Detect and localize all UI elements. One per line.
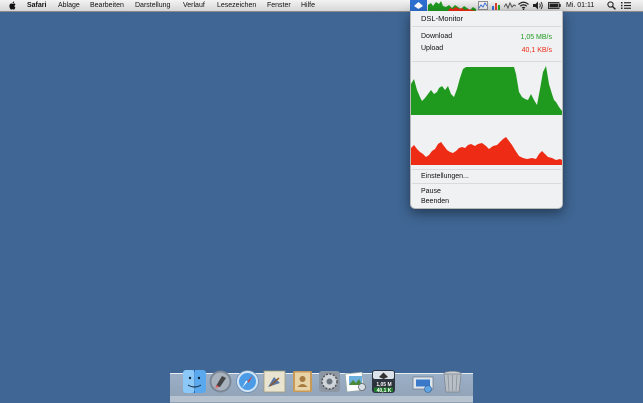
dock-badge-upload: 40,1 K xyxy=(376,388,392,394)
pause-menu-item[interactable]: Pause xyxy=(421,187,441,196)
dock-shelf xyxy=(170,396,473,402)
separator xyxy=(412,183,561,184)
upload-value: 40,1 KB/s xyxy=(521,47,552,54)
dock-dsl-badge: 1,05 M 40,1 K xyxy=(372,382,396,394)
downloads-icon[interactable] xyxy=(410,369,435,394)
upload-label: Upload xyxy=(421,45,444,52)
menu-lesezeichen[interactable]: Lesezeichen xyxy=(217,1,256,10)
safari-icon[interactable] xyxy=(235,369,260,394)
battery-icon[interactable] xyxy=(548,2,561,9)
menu-app-name[interactable]: Safari xyxy=(27,1,46,10)
menu-title: DSL-Monitor xyxy=(421,14,464,23)
activity-icon[interactable] xyxy=(504,1,516,10)
chart-icon[interactable] xyxy=(491,1,501,10)
menu-ablage[interactable]: Ablage xyxy=(58,1,80,10)
download-graph xyxy=(411,66,562,115)
contacts-icon[interactable] xyxy=(290,369,315,394)
dsl-monitor-status-item[interactable] xyxy=(410,0,427,11)
system-preferences-icon[interactable] xyxy=(317,369,342,394)
upload-graph xyxy=(411,137,562,165)
quit-menu-item[interactable]: Beenden xyxy=(421,197,449,206)
menu-verlauf[interactable]: Verlauf xyxy=(183,1,205,10)
menu-darstellung[interactable]: Darstellung xyxy=(135,1,170,10)
wifi-icon[interactable] xyxy=(518,1,529,10)
notification-center-icon[interactable] xyxy=(621,2,631,9)
menu-hilfe[interactable]: Hilfe xyxy=(301,1,315,10)
launchpad-icon[interactable] xyxy=(208,369,233,394)
spotlight-search-icon[interactable] xyxy=(607,1,616,10)
separator xyxy=(412,169,561,170)
finder-icon[interactable] xyxy=(182,369,207,394)
dsl-monitor-menu-icon xyxy=(414,2,423,9)
volume-icon[interactable] xyxy=(533,1,544,10)
settings-menu-item[interactable]: Einstellungen... xyxy=(421,172,469,181)
mail-icon[interactable] xyxy=(262,369,287,394)
monitor-graph-icon[interactable] xyxy=(478,1,488,10)
dsl-monitor-menu: DSL-Monitor Download 1,05 MB/s Upload 40… xyxy=(410,11,563,209)
download-value: 1,05 MB/s xyxy=(520,34,552,41)
separator xyxy=(412,61,561,62)
menu-bearbeiten[interactable]: Bearbeiten xyxy=(90,1,124,10)
separator xyxy=(412,26,561,27)
network-graph-status-icon[interactable] xyxy=(428,0,476,11)
menu-clock[interactable]: Mi. 01:11 xyxy=(566,1,594,10)
menu-fenster[interactable]: Fenster xyxy=(267,1,291,10)
download-label: Download xyxy=(421,33,453,40)
preview-icon[interactable] xyxy=(343,369,368,394)
apple-menu-icon[interactable] xyxy=(9,1,17,10)
trash-icon[interactable] xyxy=(440,369,465,394)
